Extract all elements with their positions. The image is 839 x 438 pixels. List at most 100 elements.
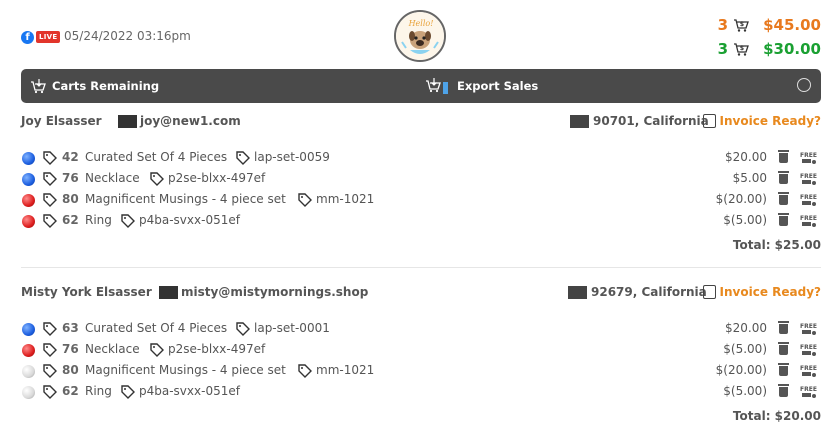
customer-location: 92679, California [568, 285, 707, 299]
item-title: Ring [85, 213, 112, 227]
free-shipping-icon[interactable]: FREE [800, 322, 820, 336]
list-item: 76 Necklace p2se-blxx-497ef $(5.00) FREE [21, 341, 821, 362]
list-item: 80 Magnificent Musings - 4 piece set mm-… [21, 191, 821, 212]
export-cart-icon [426, 78, 448, 94]
customer-total: Total: $20.00 [732, 409, 821, 423]
item-price: $5.00 [732, 171, 767, 185]
item-price: $20.00 [725, 150, 767, 164]
tag-icon [43, 322, 57, 336]
svg-text:FREE: FREE [800, 215, 817, 222]
svg-text:$: $ [740, 21, 744, 28]
tag-icon [43, 214, 57, 228]
sku-tag-icon [150, 343, 164, 357]
export-sales-label: Export Sales [457, 79, 539, 93]
list-item: 62 Ring p4ba-svxx-051ef $(5.00) FREE [21, 383, 821, 404]
trash-icon[interactable] [778, 213, 789, 226]
status-dot-icon [22, 173, 35, 186]
tag-icon [43, 364, 57, 378]
free-shipping-icon[interactable]: FREE [800, 364, 820, 378]
status-dot-icon [22, 323, 35, 336]
item-sku: lap-set-0059 [254, 150, 330, 164]
svg-text:FREE: FREE [800, 152, 817, 159]
item-sku: p2se-blxx-497ef [168, 342, 266, 356]
item-number: 76 [62, 342, 79, 356]
item-number: 80 [62, 192, 79, 206]
envelope-icon [159, 285, 178, 299]
status-dot-icon [22, 344, 35, 357]
trash-icon[interactable] [778, 342, 789, 355]
customer-header: Joy Elsasser joy@new1.com 90701, Califor… [21, 114, 821, 134]
list-item: 42 Curated Set Of 4 Pieces lap-set-0059 … [21, 149, 821, 170]
item-list: 63 Curated Set Of 4 Pieces lap-set-0001 … [21, 320, 821, 404]
cart-dollar-icon: $ [734, 43, 750, 56]
item-list: 42 Curated Set Of 4 Pieces lap-set-0059 … [21, 149, 821, 233]
toolbar: Carts Remaining Export Sales [21, 69, 821, 103]
item-price: $(5.00) [723, 342, 767, 356]
item-title: Curated Set Of 4 Pieces [85, 321, 228, 335]
export-sales-button[interactable]: Export Sales [425, 69, 538, 103]
trash-icon[interactable] [778, 150, 789, 163]
free-shipping-icon[interactable]: FREE [800, 193, 820, 207]
trash-icon[interactable] [778, 384, 789, 397]
customer-header: Misty York Elsasser misty@mistymornings.… [21, 285, 821, 305]
facebook-icon: f [21, 31, 34, 44]
item-price: $(20.00) [715, 363, 767, 377]
email-text: joy@new1.com [140, 114, 241, 128]
invoice-ready-button[interactable]: Invoice Ready? [702, 285, 821, 299]
email-text: misty@mistymornings.shop [181, 285, 369, 299]
sku-tag-icon [298, 193, 312, 207]
carts-remaining-button[interactable]: Carts Remaining [30, 69, 159, 103]
item-price: $(20.00) [715, 192, 767, 206]
svg-text:FREE: FREE [800, 194, 817, 201]
item-title: Curated Set Of 4 Pieces [85, 150, 228, 164]
invoice-icon [702, 114, 716, 128]
envelope-icon [118, 114, 137, 128]
trash-icon[interactable] [778, 363, 789, 376]
svg-text:FREE: FREE [800, 386, 817, 393]
customer-divider [21, 267, 821, 268]
live-badge: LIVE [36, 31, 61, 43]
item-sku: p2se-blxx-497ef [168, 171, 266, 185]
customer-location: 90701, California [570, 114, 709, 128]
status-dot-icon [22, 194, 35, 207]
free-shipping-icon[interactable]: FREE [800, 385, 820, 399]
trash-icon[interactable] [778, 321, 789, 334]
trash-icon[interactable] [778, 171, 789, 184]
tag-icon [43, 343, 57, 357]
status-dot-icon [22, 365, 35, 378]
carts-remaining-label: Carts Remaining [52, 79, 160, 93]
svg-text:$: $ [740, 45, 744, 52]
item-title: Ring [85, 384, 112, 398]
item-title: Necklace [85, 342, 140, 356]
status-dot-icon [22, 386, 35, 399]
shop-logo: Hello! [394, 10, 446, 62]
list-item: 80 Magnificent Musings - 4 piece set mm-… [21, 362, 821, 383]
item-price: $(5.00) [723, 213, 767, 227]
invoice-label: Invoice Ready? [719, 114, 821, 128]
free-shipping-icon[interactable]: FREE [800, 214, 820, 228]
stat-count: 3 [717, 16, 729, 34]
customer-email[interactable]: misty@mistymornings.shop [159, 285, 368, 299]
item-sku: p4ba-svxx-051ef [139, 384, 240, 398]
sku-tag-icon [298, 364, 312, 378]
zip-icon [570, 114, 589, 128]
invoice-ready-button[interactable]: Invoice Ready? [702, 114, 821, 128]
logo-text: Hello! [408, 19, 434, 28]
svg-text:FREE: FREE [800, 173, 817, 180]
free-shipping-icon[interactable]: FREE [800, 172, 820, 186]
customer-total: Total: $25.00 [732, 238, 821, 252]
header: f LIVE 05/24/2022 03:16pm Hello! 3 $ $45… [0, 0, 839, 70]
stat-amount: $30.00 [763, 40, 821, 58]
trash-icon[interactable] [778, 192, 789, 205]
item-price: $(5.00) [723, 384, 767, 398]
sku-tag-icon [236, 322, 250, 336]
customer-email[interactable]: joy@new1.com [118, 114, 241, 128]
item-price: $20.00 [725, 321, 767, 335]
cart-dollar-icon: $ [734, 19, 750, 32]
item-number: 63 [62, 321, 79, 335]
item-sku: mm-1021 [316, 192, 375, 206]
free-shipping-icon[interactable]: FREE [800, 343, 820, 357]
free-shipping-icon[interactable]: FREE [800, 151, 820, 165]
tag-icon [43, 172, 57, 186]
download-circle-icon[interactable] [797, 78, 811, 92]
